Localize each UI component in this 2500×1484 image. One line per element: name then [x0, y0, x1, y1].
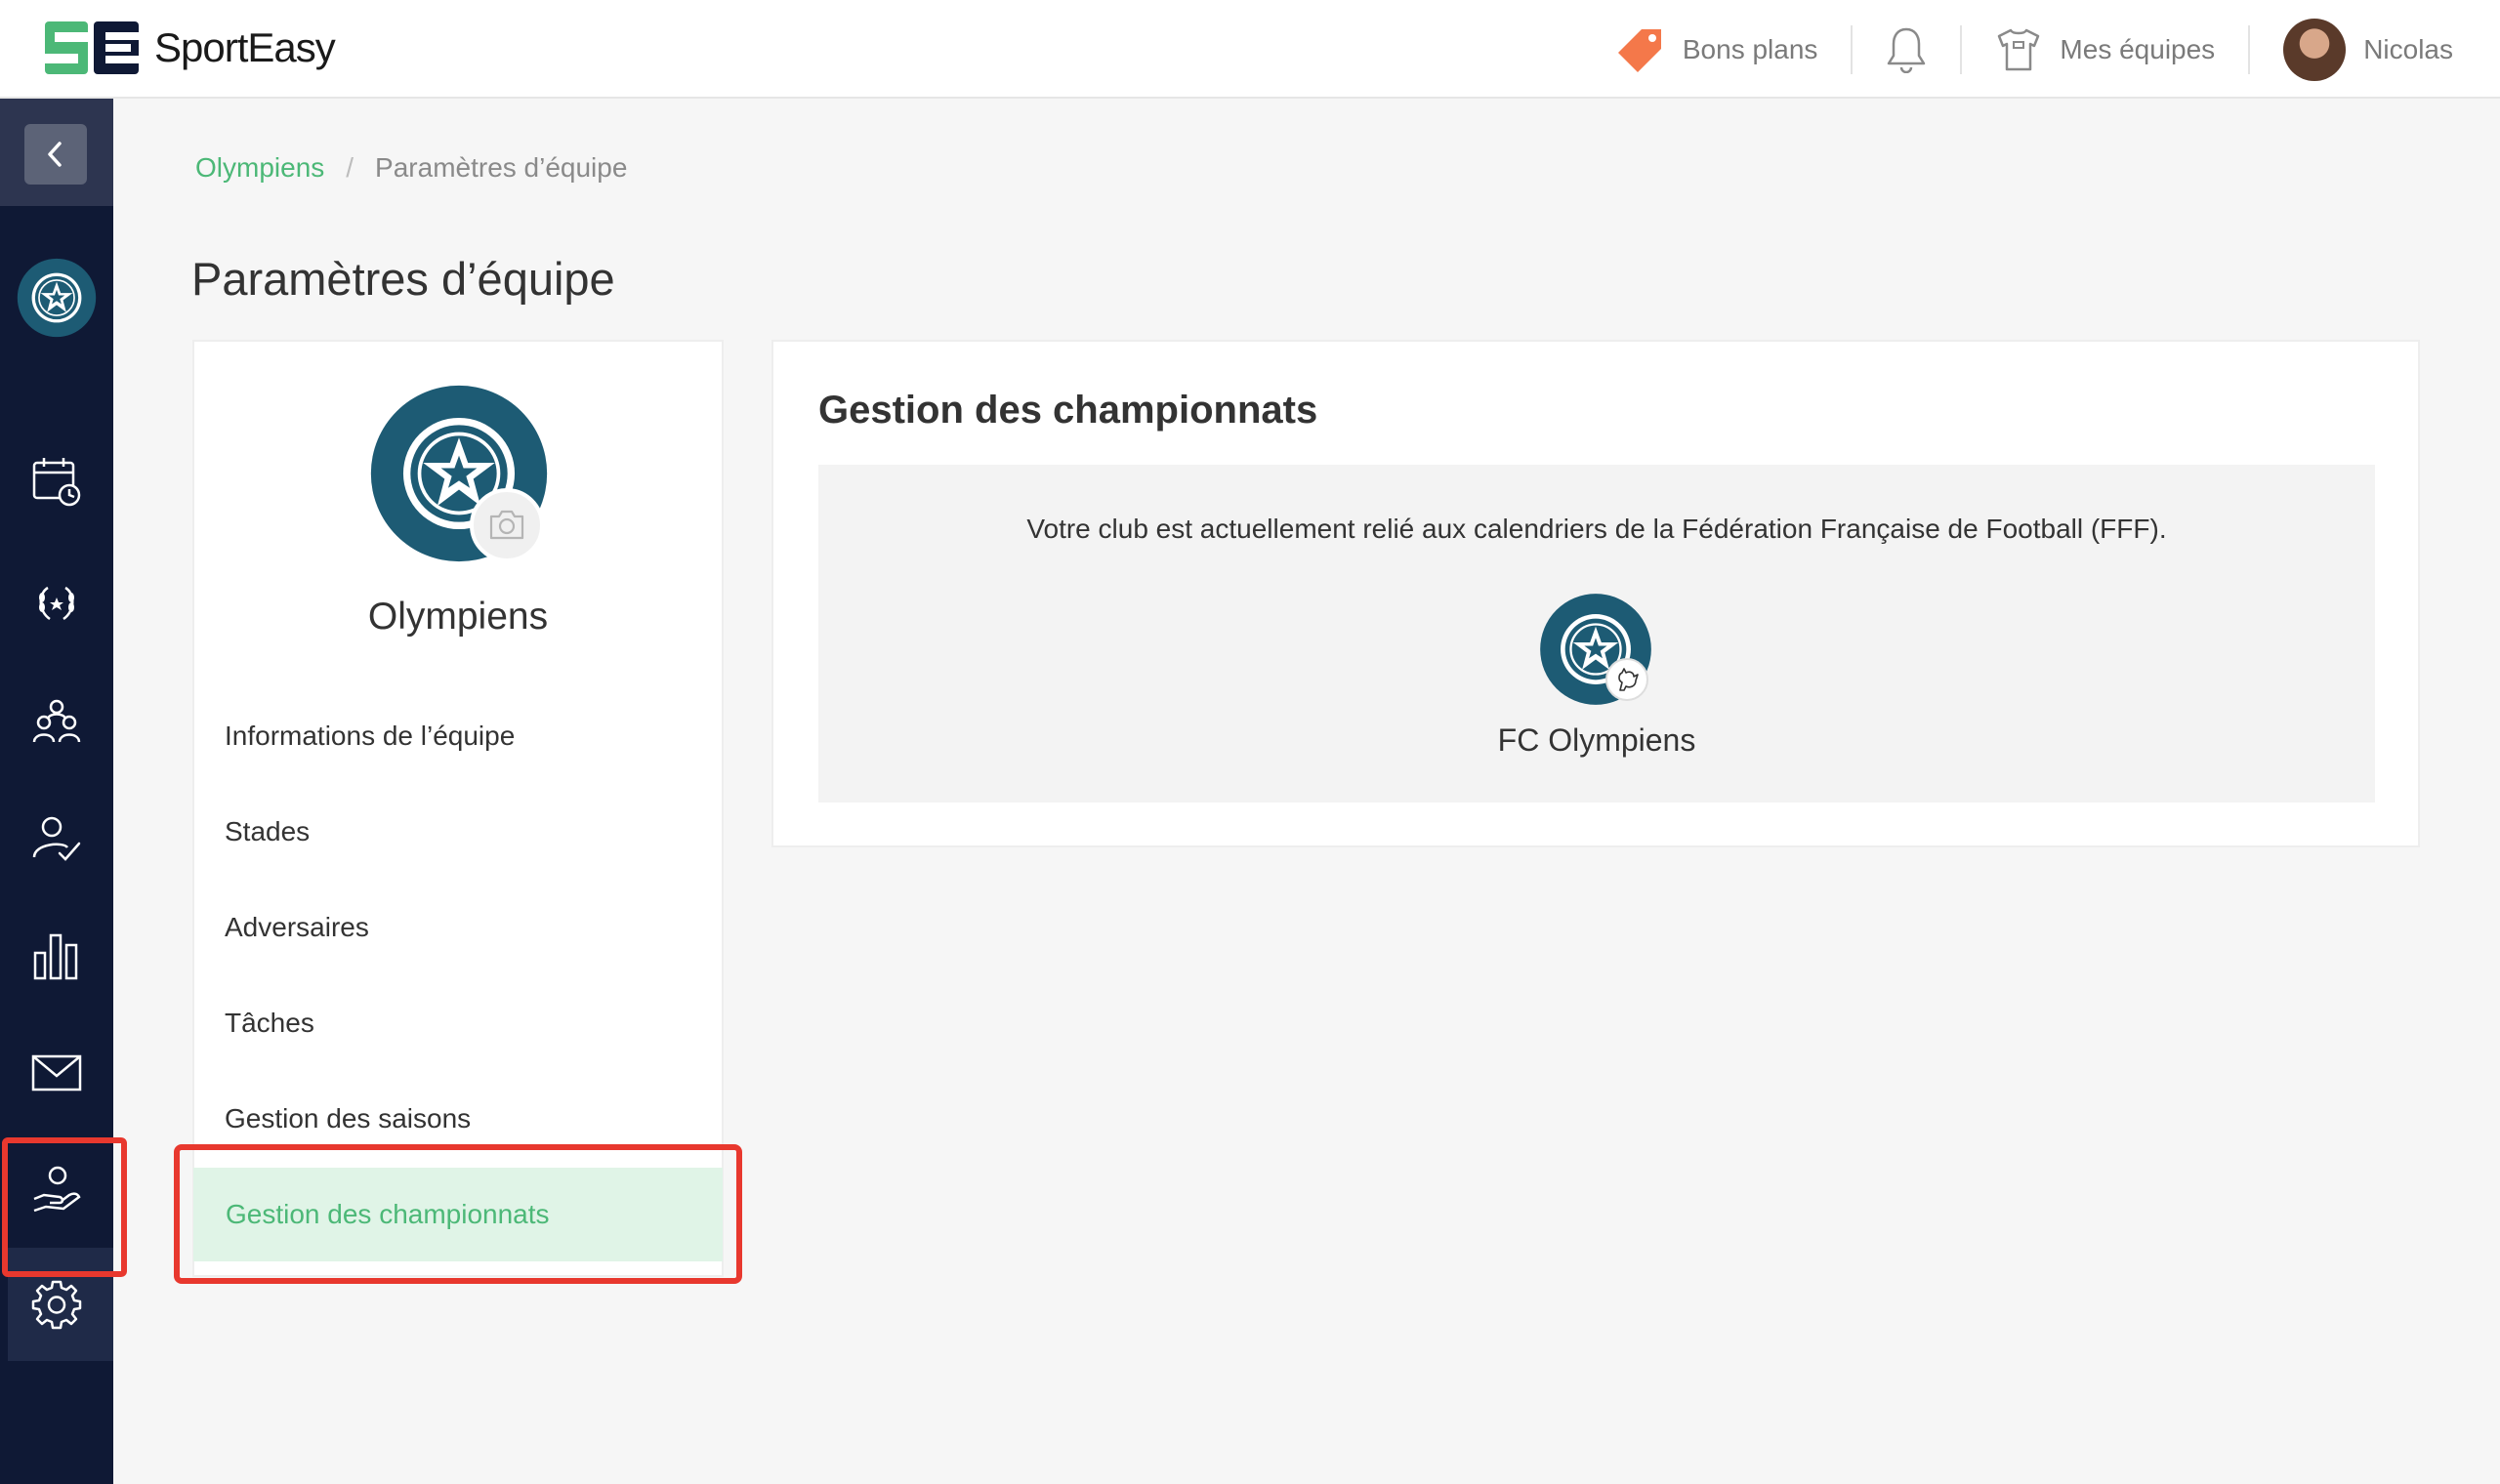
- menu-item-opponents[interactable]: Adversaires: [192, 881, 724, 974]
- sidebar-item-trophies[interactable]: [27, 575, 86, 634]
- notifications-button[interactable]: [1853, 0, 1960, 99]
- menu-item-stadiums[interactable]: Stades: [192, 785, 724, 879]
- breadcrumb-team-link[interactable]: Olympiens: [195, 152, 324, 184]
- highlight-settings-annotation: [2, 1137, 127, 1277]
- top-header: SportEasy Bons plans Mes équipes Nicolas: [0, 0, 2500, 99]
- championships-title: Gestion des championnats: [818, 389, 1318, 432]
- sidebar-item-calendar[interactable]: [27, 452, 86, 511]
- my-teams-link[interactable]: Mes équipes: [1962, 0, 2248, 99]
- menu-item-team-info[interactable]: Informations de l’équipe: [192, 689, 724, 783]
- team-crest-icon[interactable]: [17, 258, 97, 338]
- top-actions: Bons plans Mes équipes Nicolas: [1583, 0, 2453, 99]
- change-photo-button[interactable]: [470, 488, 544, 562]
- user-menu[interactable]: Nicolas: [2250, 0, 2453, 99]
- laurel-trophy-icon: [39, 586, 74, 621]
- menu-item-tasks[interactable]: Tâches: [192, 976, 724, 1070]
- sidebar-item-messages[interactable]: [27, 1044, 86, 1102]
- sidebar-item-stats[interactable]: [27, 927, 86, 985]
- federation-info-text: Votre club est actuellement relié aux ca…: [1026, 514, 2167, 544]
- deals-label: Bons plans: [1682, 33, 1818, 64]
- sporteasy-logo[interactable]: SportEasy: [45, 21, 336, 74]
- camera-icon: [489, 510, 524, 540]
- collapse-sidebar-button[interactable]: [24, 124, 87, 185]
- sidebar-item-settings[interactable]: [27, 1275, 86, 1334]
- team-members-icon: [32, 699, 81, 743]
- mail-icon: [31, 1054, 82, 1092]
- breadcrumb-current: Paramètres d’équipe: [375, 152, 628, 183]
- highlight-championships-annotation: [174, 1144, 742, 1284]
- sidebar-item-attendance[interactable]: [27, 809, 86, 868]
- attendance-check-icon: [32, 816, 81, 861]
- breadcrumb: Olympiens / Paramètres d’équipe: [195, 152, 627, 184]
- sidebar-item-members[interactable]: [27, 692, 86, 751]
- avatar: [2283, 18, 2347, 81]
- gear-icon: [31, 1280, 82, 1330]
- bell-icon: [1886, 26, 1927, 73]
- chevron-left-icon: [48, 142, 62, 167]
- team-name: Olympiens: [367, 596, 549, 638]
- sporteasy-logo-mark: [45, 21, 139, 74]
- fff-rooster-icon: [1605, 658, 1648, 701]
- club-name: FC Olympiens: [1497, 722, 1696, 758]
- sidebar-back-zone: [0, 99, 113, 206]
- jersey-icon: [1995, 26, 2042, 73]
- page-title: Paramètres d’équipe: [191, 253, 615, 305]
- breadcrumb-separator: /: [346, 152, 354, 183]
- calendar-icon: [32, 458, 81, 507]
- my-teams-label: Mes équipes: [2060, 33, 2216, 64]
- deals-link[interactable]: Bons plans: [1583, 0, 1852, 99]
- stats-bars-icon: [33, 933, 78, 980]
- brand-name: SportEasy: [154, 24, 336, 70]
- user-name: Nicolas: [2363, 33, 2453, 64]
- price-tag-icon: [1616, 25, 1665, 74]
